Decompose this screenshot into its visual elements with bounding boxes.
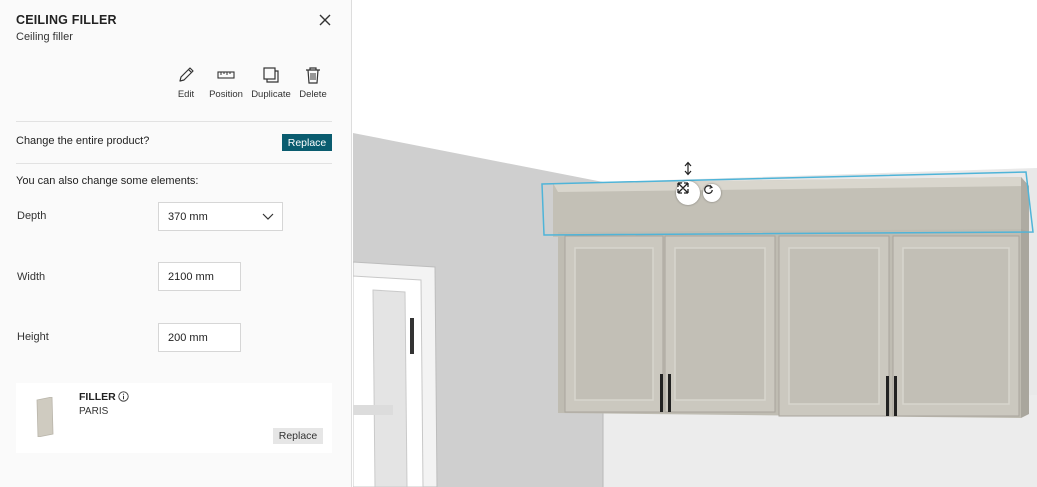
position-button[interactable]: Position: [201, 65, 251, 100]
filler-card: FILLER PARIS Replace: [16, 383, 332, 453]
duplicate-icon: [263, 67, 279, 83]
replace-product-button[interactable]: Replace: [282, 134, 332, 151]
ceiling-filler-model: [553, 177, 1029, 237]
chevron-down-icon: [262, 213, 274, 220]
width-label: Width: [17, 271, 46, 283]
filler-thumbnail: [36, 397, 54, 437]
trash-icon: [306, 67, 320, 84]
properties-panel: CEILING FILLER Ceiling filler Edit Posit…: [0, 0, 352, 487]
pencil-icon: [179, 67, 194, 82]
divider: [16, 163, 332, 164]
panel-title: CEILING FILLER: [16, 13, 117, 27]
rotate-icon: [704, 184, 713, 194]
depth-label: Depth: [17, 210, 47, 222]
panel-subtitle: Ceiling filler: [16, 31, 73, 43]
filler-finish: PARIS: [79, 406, 109, 417]
delete-button[interactable]: Delete: [288, 65, 338, 100]
ruler-icon: [217, 71, 235, 79]
info-icon[interactable]: [118, 391, 129, 402]
rotate-control[interactable]: [703, 184, 721, 202]
filler-name: FILLER: [79, 391, 116, 403]
height-input[interactable]: 200 mm: [158, 323, 241, 352]
position-label: Position: [209, 89, 243, 100]
door: [353, 261, 438, 487]
change-elements-text: You can also change some elements:: [16, 175, 199, 187]
width-input[interactable]: 2100 mm: [158, 262, 241, 291]
resize-control[interactable]: [676, 181, 700, 205]
height-value: 200 mm: [168, 331, 208, 344]
delete-label: Delete: [299, 89, 327, 100]
width-value: 2100 mm: [168, 270, 214, 283]
depth-select[interactable]: 370 mm: [158, 202, 283, 231]
vertical-move-handle-icon[interactable]: [684, 161, 692, 176]
close-icon[interactable]: [317, 12, 333, 28]
kitchen-scene: [353, 133, 1037, 487]
3d-viewport[interactable]: [353, 0, 1037, 487]
expand-icon: [677, 182, 689, 194]
replace-filler-button[interactable]: Replace: [273, 428, 323, 444]
depth-value: 370 mm: [168, 210, 208, 223]
upper-cabinets: [558, 229, 1029, 418]
change-product-question: Change the entire product?: [16, 135, 150, 147]
height-label: Height: [17, 331, 49, 343]
divider: [16, 121, 332, 122]
